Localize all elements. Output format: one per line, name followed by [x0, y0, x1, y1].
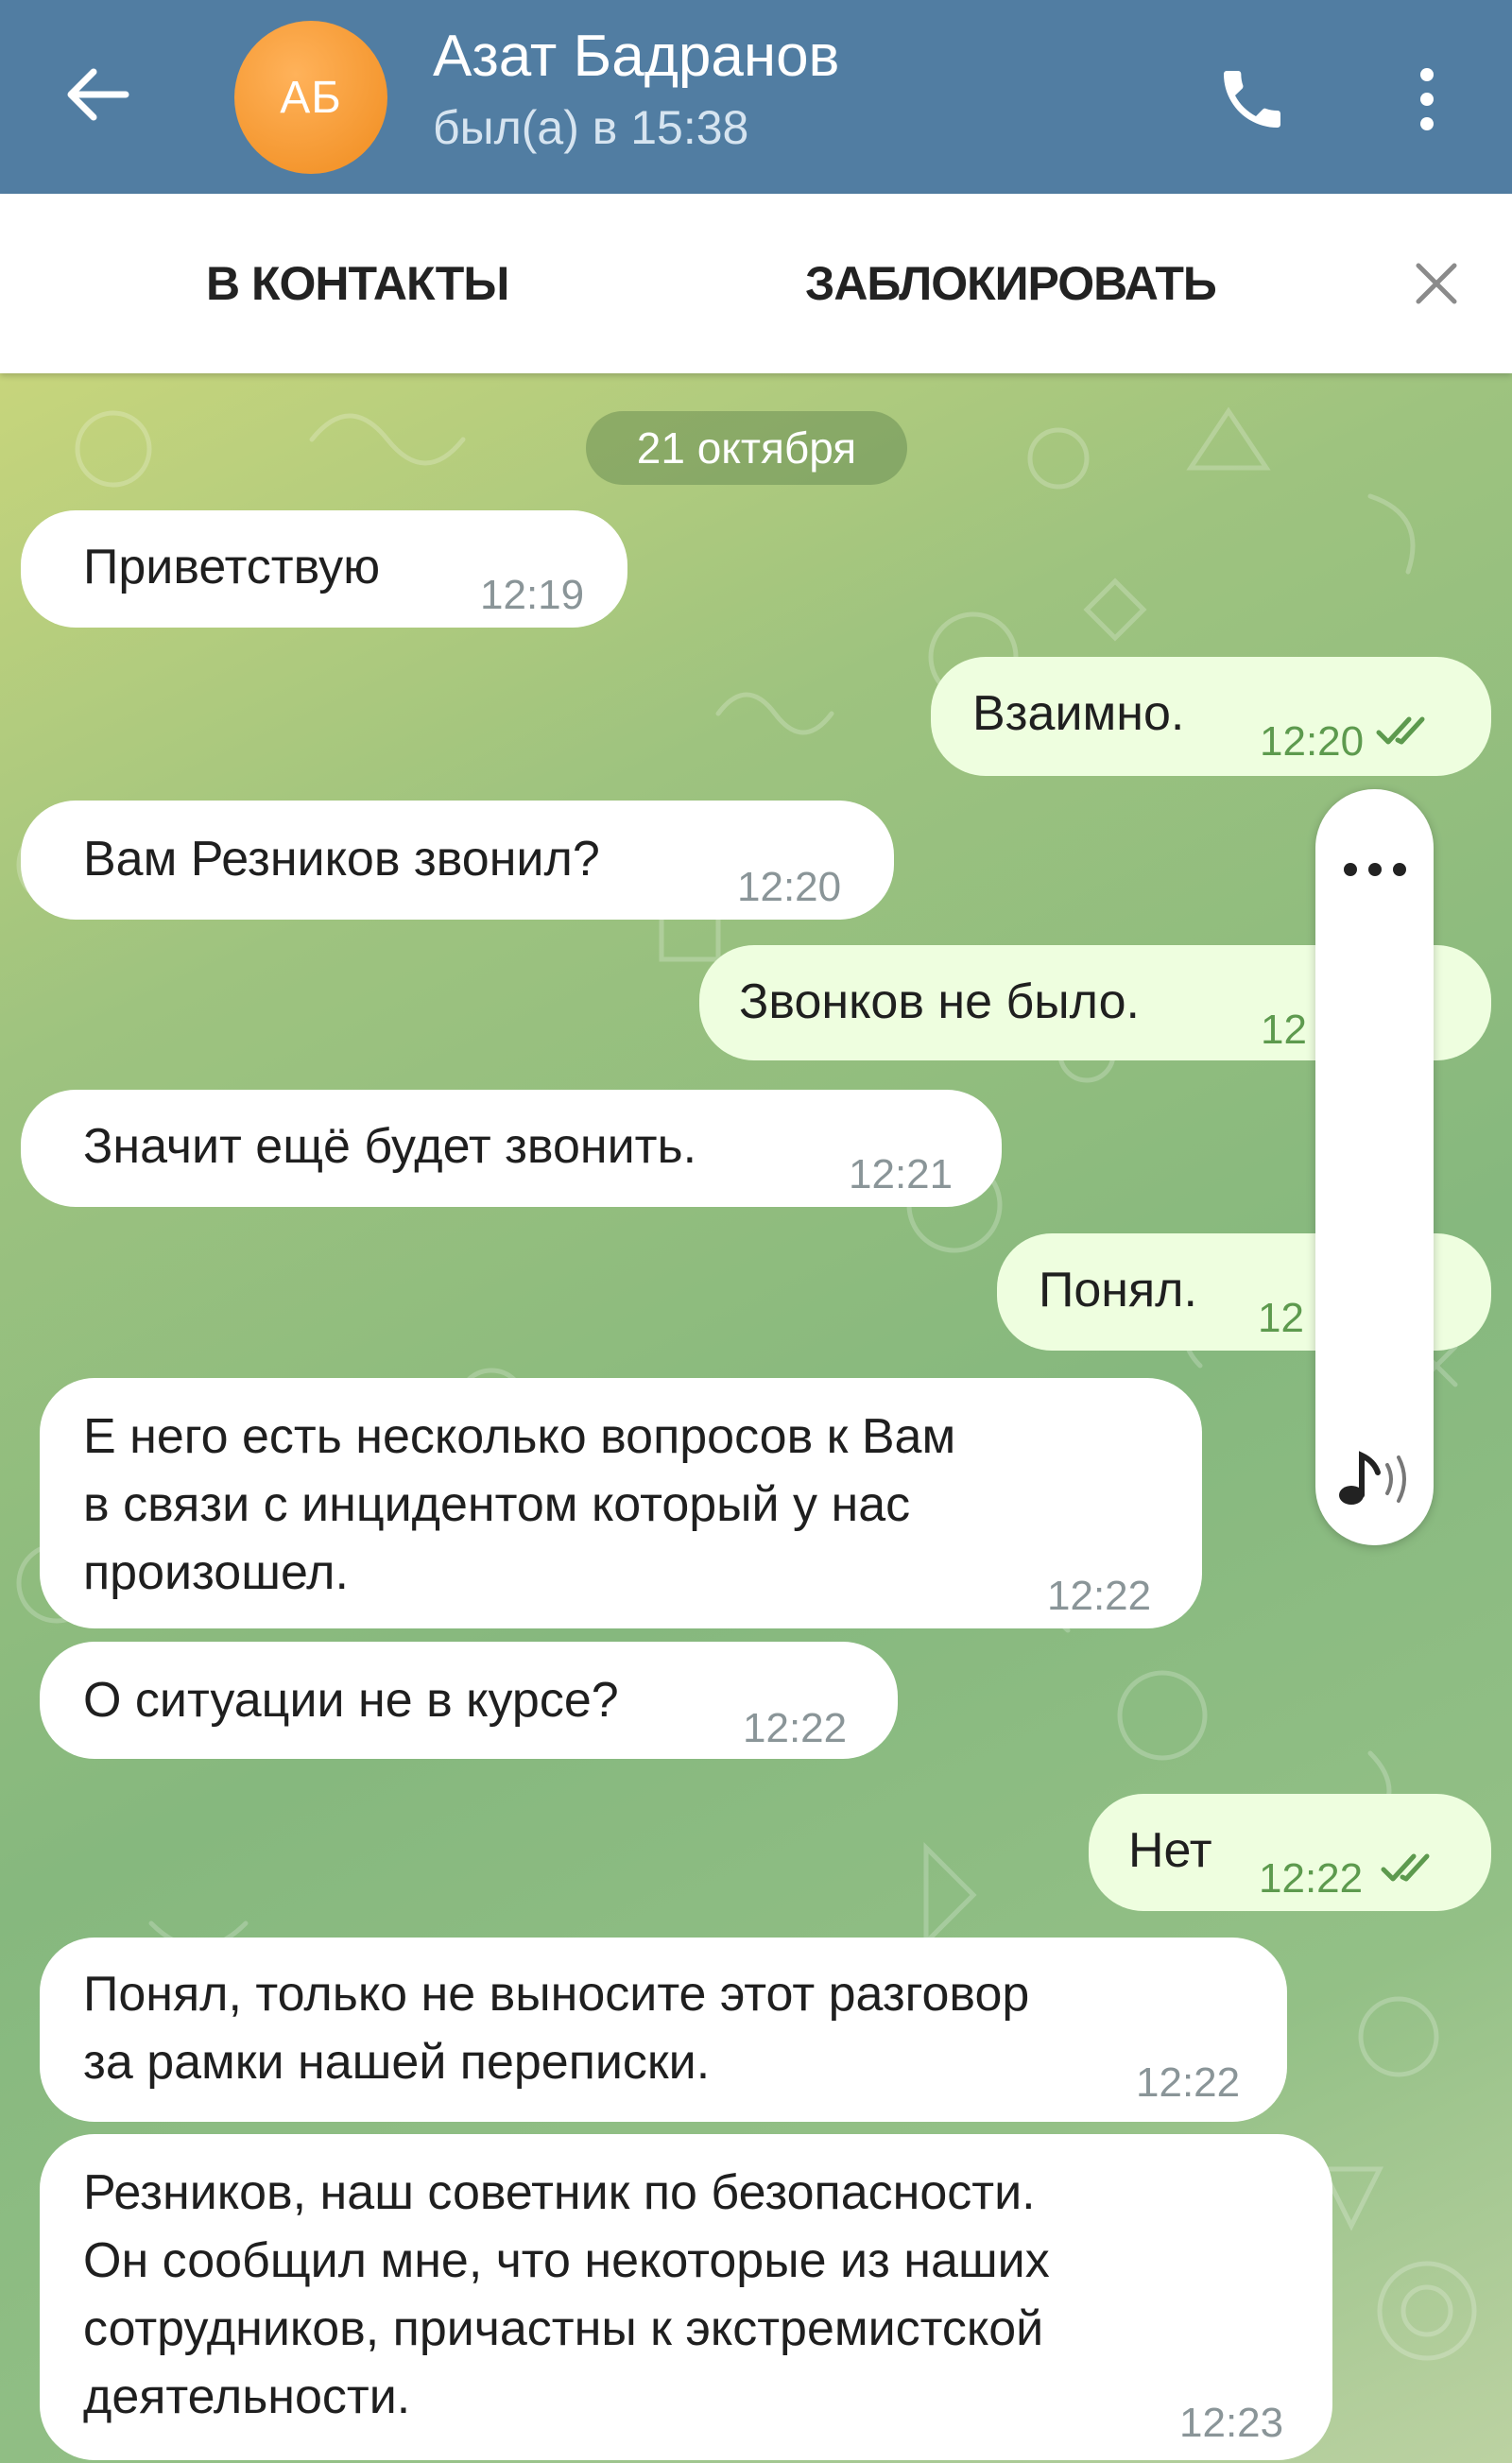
message-incoming[interactable]: Приветствую 12:19: [21, 510, 627, 628]
call-button[interactable]: [1200, 47, 1304, 151]
contact-name[interactable]: Азат Бадранов: [433, 23, 840, 90]
message-text: Нет: [1128, 1823, 1212, 1878]
message-incoming[interactable]: Вам Резников звонил? 12:20: [21, 801, 894, 920]
block-button[interactable]: ЗАБЛОКИРОВАТЬ: [805, 194, 1217, 373]
contact-action-bar: В КОНТАКТЫ ЗАБЛОКИРОВАТЬ: [0, 194, 1512, 373]
message-time: 12:19: [480, 572, 585, 618]
message-text: О ситуации не в курсе?: [83, 1673, 619, 1728]
message-time: 12:20: [737, 864, 842, 910]
arrow-left-icon: [67, 68, 129, 121]
message-incoming[interactable]: Значит ещё будет звонить. 12:21: [21, 1090, 1002, 1207]
message-incoming[interactable]: Е него есть несколько вопросов к Вам в с…: [40, 1378, 1202, 1628]
message-time: 12:23: [1179, 2400, 1284, 2446]
message-text: Е него есть несколько вопросов к Вам в с…: [83, 1409, 956, 1600]
vertical-dots-icon: [1420, 68, 1434, 130]
message-text: Понял, только не выносите этот разговор …: [83, 1967, 1030, 2090]
message-time: 12:21: [849, 1151, 954, 1197]
message-time: 12: [1258, 1295, 1304, 1341]
chat-header: АБ Азат Бадранов был(а) в 15:38: [0, 0, 1512, 194]
close-icon: [1416, 263, 1457, 304]
message-outgoing[interactable]: Взаимно. 12:20: [931, 657, 1491, 776]
message-time: 12: [1261, 1007, 1307, 1053]
menu-button[interactable]: [1380, 47, 1474, 151]
phone-icon: [1224, 71, 1280, 128]
message-text: Резников, наш советник по безопасности. …: [83, 2165, 1050, 2424]
chat-area[interactable]: 21 октября Приветствую 12:19 Взаимно. 12…: [0, 373, 1512, 2463]
more-button[interactable]: [1315, 827, 1434, 912]
avatar[interactable]: АБ: [234, 21, 387, 174]
message-incoming[interactable]: Резников, наш советник по безопасности. …: [40, 2134, 1332, 2460]
message-time: 12:20: [1260, 718, 1365, 765]
message-time: 12:22: [1259, 1855, 1364, 1902]
close-bar-button[interactable]: [1399, 241, 1474, 326]
message-text: Понял.: [1039, 1263, 1197, 1318]
message-text: Вам Резников звонил?: [83, 832, 600, 887]
last-seen-status: был(а) в 15:38: [433, 101, 749, 154]
message-text: Взаимно.: [972, 686, 1185, 741]
music-note-icon: [1338, 1451, 1406, 1505]
date-separator: 21 октября: [586, 411, 907, 485]
audio-button[interactable]: [1315, 1432, 1434, 1526]
message-time: 12:22: [743, 1705, 848, 1751]
message-text: Значит ещё будет звонить.: [83, 1119, 697, 1174]
message-text: Звонков не было.: [739, 974, 1140, 1029]
add-to-contacts-button[interactable]: В КОНТАКТЫ: [206, 194, 509, 373]
back-button[interactable]: [45, 43, 149, 146]
message-incoming[interactable]: Понял, только не выносите этот разговор …: [40, 1938, 1287, 2122]
message-time: 12:22: [1136, 2059, 1241, 2106]
message-incoming[interactable]: О ситуации не в курсе? 12:22: [40, 1642, 898, 1759]
message-time: 12:22: [1047, 1573, 1152, 1619]
double-check-icon: [1376, 716, 1425, 745]
message-text: Приветствую: [83, 540, 381, 594]
floating-media-panel[interactable]: [1315, 789, 1434, 1545]
message-outgoing[interactable]: Нет 12:22: [1089, 1794, 1491, 1911]
horizontal-dots-icon: [1343, 863, 1406, 876]
double-check-icon: [1381, 1853, 1430, 1882]
